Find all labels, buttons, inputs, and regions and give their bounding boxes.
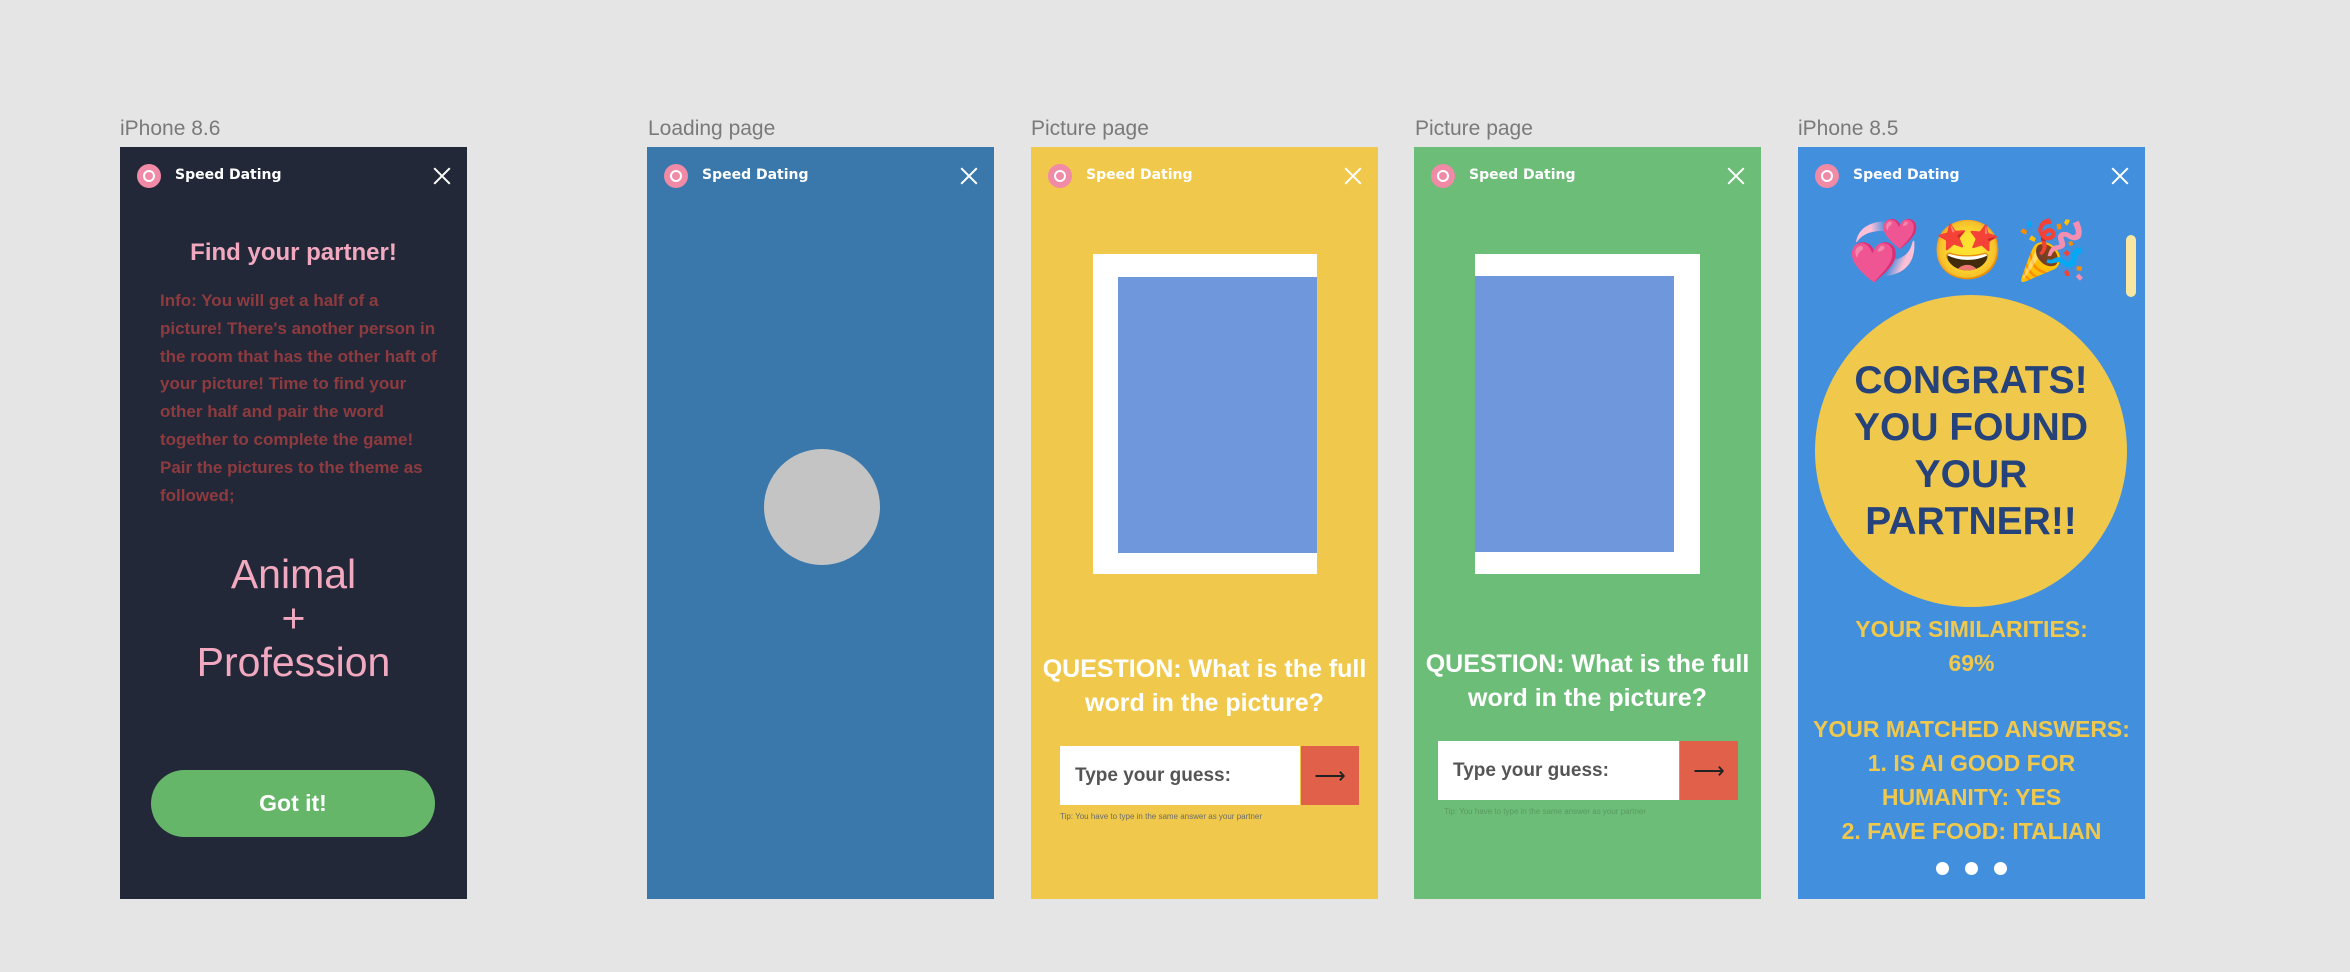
- app-logo-icon: [137, 164, 161, 188]
- find-partner-screen: Speed Dating Find your partner! Info: Yo…: [120, 147, 467, 899]
- app-name: Speed Dating: [702, 167, 809, 183]
- top-bar: Speed Dating: [1798, 147, 2145, 207]
- scrollbar[interactable]: [2126, 235, 2136, 297]
- theme-line-plus: +: [281, 595, 306, 641]
- matched-answers-block: YOUR MATCHED ANSWERS: 1. IS AI GOOD FOR …: [1798, 712, 2145, 848]
- page-indicator: [1798, 862, 2145, 875]
- theme-text: Animal + Profession: [120, 552, 467, 684]
- top-bar: Speed Dating: [647, 147, 994, 207]
- frame-label-iphone-8-5: iPhone 8.5: [1798, 117, 1899, 140]
- close-icon[interactable]: [958, 165, 980, 187]
- app-name: Speed Dating: [1469, 167, 1576, 183]
- matched-answer-2: 2. FAVE FOOD: ITALIAN: [1841, 818, 2102, 844]
- congrats-text: CONGRATS! YOU FOUND YOUR PARTNER!!: [1854, 359, 2088, 543]
- similarities-value: 69%: [1948, 650, 1995, 676]
- theme-line-profession: Profession: [196, 639, 391, 685]
- theme-line-animal: Animal: [230, 551, 357, 597]
- party-popper-icon: 🎉: [2015, 218, 2088, 283]
- top-bar: Speed Dating: [1414, 147, 1761, 207]
- top-bar: Speed Dating: [1031, 147, 1378, 207]
- congrats-badge: CONGRATS! YOU FOUND YOUR PARTNER!!: [1815, 295, 2127, 607]
- close-icon[interactable]: [1342, 165, 1364, 187]
- app-logo-icon: [664, 164, 688, 188]
- app-logo-icon: [1048, 164, 1072, 188]
- got-it-button[interactable]: Got it!: [151, 770, 435, 837]
- picture-screen-yellow: Speed Dating QUESTION: What is the full …: [1031, 147, 1378, 899]
- similarities-label: YOUR SIMILARITIES:: [1855, 616, 2088, 642]
- half-picture-frame: [1475, 254, 1700, 574]
- emoji-row: 💞 🤩 🎉: [1848, 217, 2088, 285]
- half-picture: [1475, 276, 1674, 552]
- submit-guess-button[interactable]: ⟶: [1301, 746, 1359, 805]
- half-picture: [1118, 277, 1317, 553]
- page-dot[interactable]: [1965, 862, 1978, 875]
- hearts-icon: 💞: [1848, 218, 1921, 283]
- loading-screen: Speed Dating: [647, 147, 994, 899]
- loading-spinner: [764, 449, 880, 565]
- similarities-block: YOUR SIMILARITIES: 69%: [1798, 612, 2145, 680]
- matched-answer-1: 1. IS AI GOOD FOR HUMANITY: YES: [1867, 750, 2076, 810]
- close-icon[interactable]: [431, 165, 453, 187]
- app-name: Speed Dating: [1853, 167, 1960, 183]
- guess-input[interactable]: [1438, 741, 1679, 800]
- guess-input[interactable]: [1060, 746, 1300, 805]
- app-logo-icon: [1431, 164, 1455, 188]
- match-result-screen: Speed Dating 💞 🤩 🎉 CONGRATS! YOU FOUND Y…: [1798, 147, 2145, 899]
- app-name: Speed Dating: [175, 167, 282, 183]
- half-picture-frame: [1093, 254, 1317, 574]
- arrow-right-icon: ⟶: [1314, 762, 1346, 788]
- frame-label-iphone-8-6: iPhone 8.6: [120, 117, 221, 140]
- arrow-right-icon: ⟶: [1693, 757, 1725, 783]
- frame-label-loading-page: Loading page: [648, 117, 776, 140]
- question-text: QUESTION: What is the full word in the p…: [1425, 650, 1750, 712]
- frame-label-picture-page-1: Picture page: [1031, 117, 1149, 140]
- top-bar: Speed Dating: [120, 147, 467, 207]
- app-name: Speed Dating: [1086, 167, 1193, 183]
- matched-answers-label: YOUR MATCHED ANSWERS:: [1813, 716, 2130, 742]
- page-dot[interactable]: [1936, 862, 1949, 875]
- picture-screen-green: Speed Dating QUESTION: What is the full …: [1414, 147, 1761, 899]
- tip-text: Tip: You have to type in the same answer…: [1444, 807, 1647, 816]
- star-struck-icon: 🤩: [1931, 218, 2005, 283]
- page-dot[interactable]: [1994, 862, 2007, 875]
- app-logo-icon: [1815, 164, 1839, 188]
- close-icon[interactable]: [1725, 165, 1747, 187]
- page-title: Find your partner!: [190, 239, 397, 266]
- tip-text: Tip: You have to type in the same answer…: [1060, 812, 1263, 821]
- question-text: QUESTION: What is the full word in the p…: [1042, 655, 1367, 717]
- submit-guess-button[interactable]: ⟶: [1680, 741, 1738, 800]
- frame-label-picture-page-2: Picture page: [1415, 117, 1533, 140]
- close-icon[interactable]: [2109, 165, 2131, 187]
- info-text: Info: You will get a half of a picture! …: [160, 291, 437, 505]
